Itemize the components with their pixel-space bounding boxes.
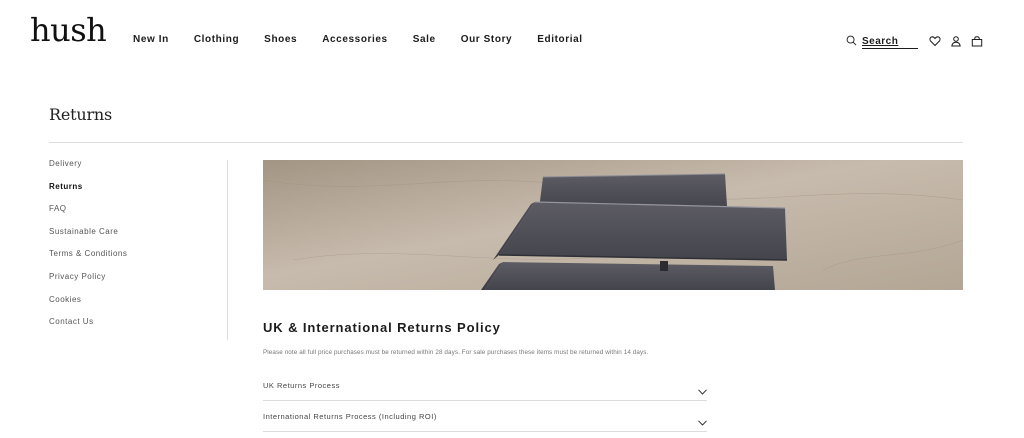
sidebar-item-faq[interactable]: FAQ xyxy=(49,203,127,226)
nav-sale[interactable]: Sale xyxy=(413,33,436,47)
sidebar: Delivery Returns FAQ Sustainable Care Te… xyxy=(49,158,127,339)
heart-icon[interactable] xyxy=(929,34,941,47)
accordion-label: International Returns Process (Including… xyxy=(263,411,437,421)
policy-heading: UK & International Returns Policy xyxy=(263,320,501,335)
sidebar-item-returns[interactable]: Returns xyxy=(49,181,127,204)
nav-our-story[interactable]: Our Story xyxy=(461,33,513,47)
policy-note: Please note all full price purchases mus… xyxy=(263,349,649,356)
nav-accessories[interactable]: Accessories xyxy=(322,33,388,47)
chevron-down-icon[interactable] xyxy=(698,382,707,395)
accordion-uk-returns[interactable]: UK Returns Process xyxy=(263,370,707,401)
returns-accordion: UK Returns Process International Returns… xyxy=(263,370,707,432)
hero-image xyxy=(263,160,963,290)
accordion-label: UK Returns Process xyxy=(263,380,340,390)
search-icon[interactable] xyxy=(846,33,857,51)
nav-new-in[interactable]: New In xyxy=(133,33,169,47)
nav-editorial[interactable]: Editorial xyxy=(537,33,582,47)
sidebar-item-terms[interactable]: Terms & Conditions xyxy=(49,248,127,271)
sidebar-divider xyxy=(227,160,228,340)
sidebar-item-delivery[interactable]: Delivery xyxy=(49,158,127,181)
sidebar-item-cookies[interactable]: Cookies xyxy=(49,294,127,317)
page-title: Returns xyxy=(49,105,113,124)
search-bar xyxy=(846,33,918,51)
main-nav: New In Clothing Shoes Accessories Sale O… xyxy=(133,33,608,47)
search-input[interactable] xyxy=(862,35,918,49)
sidebar-item-privacy[interactable]: Privacy Policy xyxy=(49,271,127,294)
user-icon[interactable] xyxy=(950,34,962,47)
brand-logo[interactable]: hush xyxy=(30,10,107,50)
accordion-international-returns[interactable]: International Returns Process (Including… xyxy=(263,401,707,432)
bag-icon[interactable] xyxy=(971,34,983,47)
nav-clothing[interactable]: Clothing xyxy=(194,33,239,47)
sidebar-item-contact[interactable]: Contact Us xyxy=(49,316,127,339)
divider xyxy=(49,142,963,143)
sidebar-item-sustainable-care[interactable]: Sustainable Care xyxy=(49,226,127,249)
nav-shoes[interactable]: Shoes xyxy=(264,33,297,47)
chevron-down-icon[interactable] xyxy=(698,413,707,426)
